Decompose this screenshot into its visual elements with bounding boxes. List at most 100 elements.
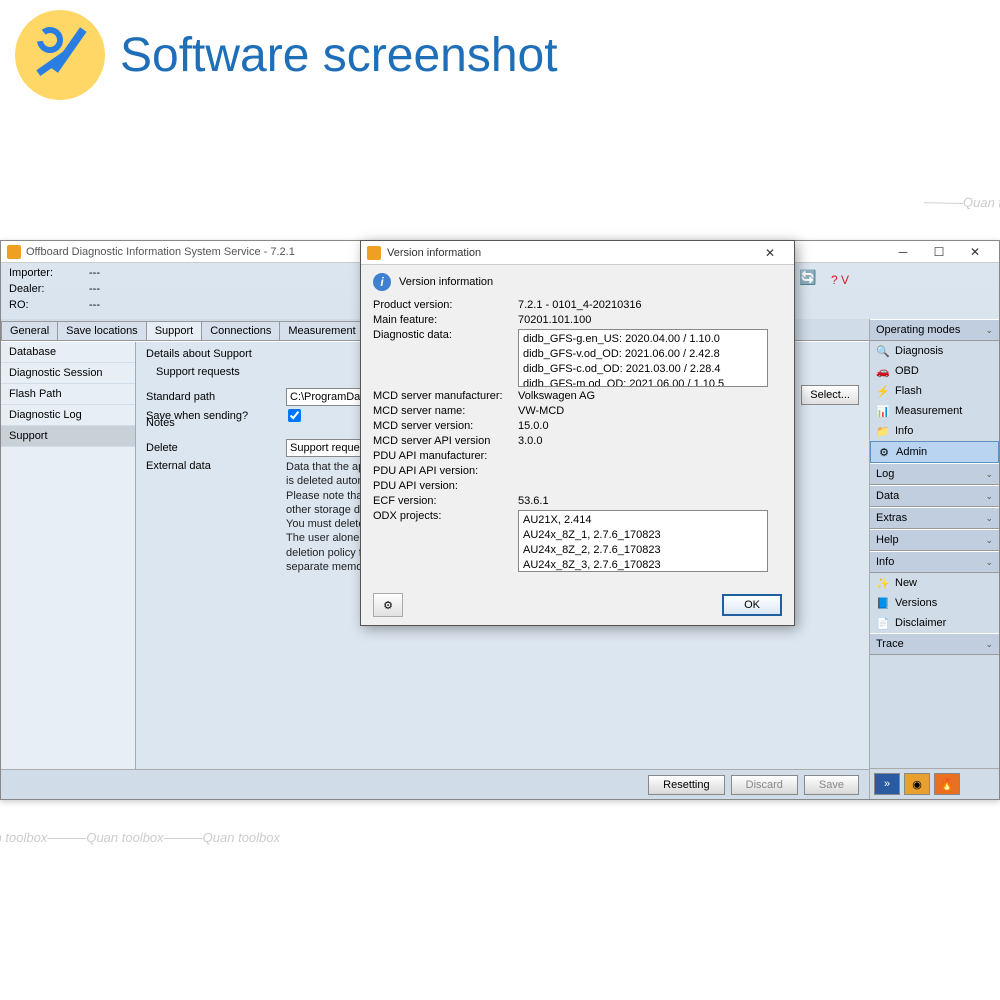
- status-button[interactable]: ◉: [904, 773, 930, 795]
- close-button[interactable]: ✕: [957, 242, 993, 262]
- ecf-value: 53.6.1: [518, 495, 782, 507]
- pdu-manu-label: PDU API manufacturer:: [373, 450, 518, 462]
- mode-info[interactable]: 📁Info: [870, 421, 999, 441]
- discard-button[interactable]: Discard: [731, 775, 798, 795]
- version-help-label[interactable]: ? V: [831, 273, 849, 287]
- list-item: didb_GFS-c.od_OD: 2021.03.00 / 2.28.4: [523, 362, 763, 377]
- info-circle-icon: i: [373, 273, 391, 291]
- mcd-ver-value: 15.0.0: [518, 420, 782, 432]
- mcd-manu-label: MCD server manufacturer:: [373, 390, 518, 402]
- watermark: ———Quan toolbox: [924, 194, 1000, 211]
- modal-close-button[interactable]: ✕: [752, 243, 788, 263]
- info2-header[interactable]: Info⌄: [870, 551, 999, 573]
- mcd-ver-label: MCD server version:: [373, 420, 518, 432]
- info-icon: 📁: [876, 424, 890, 438]
- nav-diag-log[interactable]: Diagnostic Log: [1, 405, 135, 426]
- data-header[interactable]: Data⌄: [870, 485, 999, 507]
- chevron-icon: ⌄: [985, 639, 993, 650]
- delete-label: Delete: [146, 442, 286, 454]
- tab-support[interactable]: Support: [146, 321, 203, 340]
- tab-save-locations[interactable]: Save locations: [57, 321, 147, 340]
- mcd-manu-value: Volkswagen AG: [518, 390, 782, 402]
- obd-icon: 🚗: [876, 364, 890, 378]
- pdu-api-label: PDU API version:: [373, 480, 518, 492]
- modal-title: Version information: [387, 247, 481, 259]
- side-footer: » ◉ 🔥: [870, 768, 999, 799]
- dealer-label: Dealer:: [9, 283, 89, 299]
- chevron-icon: ⌄: [985, 535, 993, 546]
- tab-general[interactable]: General: [1, 321, 58, 340]
- list-item: AU21X, 2.414: [523, 513, 763, 528]
- version-modal: Version information ✕ i Version informat…: [360, 240, 795, 626]
- mode-measurement[interactable]: 📊Measurement: [870, 401, 999, 421]
- settings-button[interactable]: ⚙: [373, 593, 403, 617]
- ro-label: RO:: [9, 299, 89, 315]
- nav-flash-path[interactable]: Flash Path: [1, 384, 135, 405]
- save-button[interactable]: Save: [804, 775, 859, 795]
- modal-heading: i Version information: [373, 273, 782, 291]
- operating-modes-header[interactable]: Operating modes⌄: [870, 319, 999, 341]
- chevron-icon: ⌄: [985, 469, 993, 480]
- std-path-label: Standard path: [146, 391, 286, 403]
- mcd-api-value: 3.0.0: [518, 435, 782, 447]
- minimize-button[interactable]: ─: [885, 242, 921, 262]
- product-version-label: Product version:: [373, 299, 518, 311]
- list-item: AU24x_8Z_2, 2.7.6_170823: [523, 543, 763, 558]
- diagnosis-icon: 🔍: [876, 344, 890, 358]
- modal-app-icon: [367, 246, 381, 260]
- new-icon: ✨: [876, 576, 890, 590]
- nav-support[interactable]: Support: [1, 426, 135, 447]
- ro-value: ---: [89, 299, 100, 315]
- footer-buttons: Resetting Discard Save: [1, 769, 869, 799]
- left-nav: Database Diagnostic Session Flash Path D…: [1, 342, 136, 769]
- tools-icon: [15, 10, 105, 100]
- odx-label: ODX projects:: [373, 510, 518, 522]
- tab-connections[interactable]: Connections: [201, 321, 280, 340]
- dealer-value: ---: [89, 283, 100, 299]
- expand-button[interactable]: »: [874, 773, 900, 795]
- diag-data-listbox[interactable]: didb_GFS-g.en_US: 2020.04.00 / 1.10.0 di…: [518, 329, 768, 387]
- main-feature-label: Main feature:: [373, 314, 518, 326]
- window-title: Offboard Diagnostic Information System S…: [26, 246, 295, 258]
- ecf-label: ECF version:: [373, 495, 518, 507]
- extras-header[interactable]: Extras⌄: [870, 507, 999, 529]
- resetting-button[interactable]: Resetting: [648, 775, 724, 795]
- nav-database[interactable]: Database: [1, 342, 135, 363]
- versions-icon: 📘: [876, 596, 890, 610]
- measurement-icon: 📊: [876, 404, 890, 418]
- refresh-icon[interactable]: 🔄: [799, 269, 821, 291]
- side-panel: Operating modes⌄ 🔍Diagnosis 🚗OBD ⚡Flash …: [869, 319, 999, 799]
- ok-button[interactable]: OK: [722, 594, 782, 616]
- importer-value: ---: [89, 267, 100, 283]
- flash-icon: ⚡: [876, 384, 890, 398]
- trace-header[interactable]: Trace⌄: [870, 633, 999, 655]
- fire-button[interactable]: 🔥: [934, 773, 960, 795]
- select-button[interactable]: Select...: [801, 385, 859, 405]
- mcd-api-label: MCD server API version: [373, 435, 518, 447]
- mode-diagnosis[interactable]: 🔍Diagnosis: [870, 341, 999, 361]
- help-header[interactable]: Help⌄: [870, 529, 999, 551]
- info-versions[interactable]: 📘Versions: [870, 593, 999, 613]
- list-item: didb_GFS-m.od_OD: 2021.06.00 / 1.10.5: [523, 377, 763, 387]
- mode-flash[interactable]: ⚡Flash: [870, 381, 999, 401]
- save-sending-checkbox[interactable]: [288, 409, 301, 422]
- mcd-name-value: VW-MCD: [518, 405, 782, 417]
- log-header[interactable]: Log⌄: [870, 463, 999, 485]
- nav-diag-session[interactable]: Diagnostic Session: [1, 363, 135, 384]
- chevron-icon: ⌄: [985, 557, 993, 568]
- odx-listbox[interactable]: AU21X, 2.414 AU24x_8Z_1, 2.7.6_170823 AU…: [518, 510, 768, 572]
- chevron-icon: ⌄: [985, 513, 993, 524]
- info-new[interactable]: ✨New: [870, 573, 999, 593]
- mode-obd[interactable]: 🚗OBD: [870, 361, 999, 381]
- pdu-api-api-label: PDU API API version:: [373, 465, 518, 477]
- maximize-button[interactable]: ☐: [921, 242, 957, 262]
- banner-title: Software screenshot: [120, 28, 558, 83]
- info-disclaimer[interactable]: 📄Disclaimer: [870, 613, 999, 633]
- ext-data-label: External data: [146, 460, 286, 472]
- tab-measurement[interactable]: Measurement: [279, 321, 364, 340]
- gear-icon: ⚙: [383, 599, 393, 612]
- modal-titlebar: Version information ✕: [361, 241, 794, 265]
- list-item: AU24x_8Z_1, 2.7.6_170823: [523, 528, 763, 543]
- main-feature-value: 70201.101.100: [518, 314, 782, 326]
- mode-admin[interactable]: ⚙Admin: [870, 441, 999, 463]
